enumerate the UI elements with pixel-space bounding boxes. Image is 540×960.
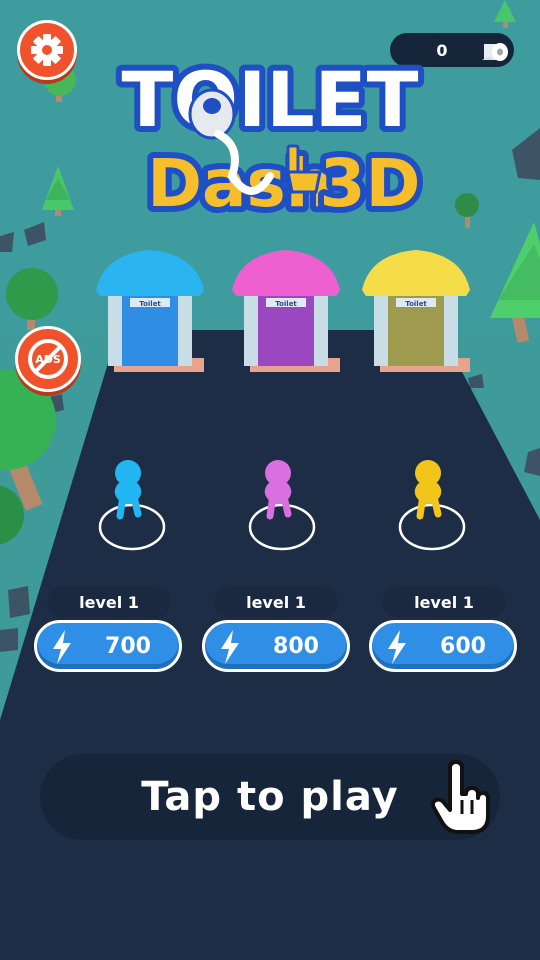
toilet-booth: Toilet — [96, 250, 204, 372]
upgrade-price: 800 — [273, 633, 319, 659]
booth-sign: Toilet — [275, 300, 297, 308]
upgrade-price: 600 — [440, 633, 486, 659]
character-level-3: level 1 — [382, 586, 506, 618]
settings-button[interactable] — [17, 20, 77, 80]
level-label: level 1 — [414, 592, 474, 612]
character-level-2: level 1 — [214, 586, 338, 618]
booth-sign: Toilet — [405, 300, 427, 308]
logo-suffix: 3D — [320, 145, 421, 222]
game-logo: TOILET TOILET Dash Dash 3D 3D — [116, 56, 427, 228]
level-label: level 1 — [79, 592, 139, 612]
tap-hand-icon — [430, 760, 490, 834]
booth-sign: Toilet — [139, 300, 161, 308]
logo-title: TOILET — [122, 56, 419, 144]
game-screen: Toilet Toilet Toilet ADS — [0, 0, 540, 960]
toilet-paper-icon — [482, 43, 508, 61]
energy-bolt-icon — [388, 630, 406, 664]
no-ads-icon: ADS — [28, 339, 68, 379]
toilet-booths: Toilet Toilet Toilet — [96, 250, 470, 372]
upgrade-button-blue[interactable]: 700 — [34, 620, 182, 672]
toilet-booth: Toilet — [362, 250, 470, 372]
upgrade-button-yellow[interactable]: 600 — [369, 620, 517, 672]
toilet-booth: Toilet — [232, 250, 340, 372]
energy-bolt-icon — [221, 630, 239, 664]
level-label: level 1 — [246, 592, 306, 612]
upgrade-button-pink[interactable]: 800 — [202, 620, 350, 672]
no-ads-button[interactable]: ADS — [15, 326, 81, 392]
gear-icon — [31, 34, 63, 66]
character-level-1: level 1 — [47, 586, 171, 618]
upgrade-price: 700 — [105, 633, 151, 659]
energy-bolt-icon — [53, 630, 71, 664]
